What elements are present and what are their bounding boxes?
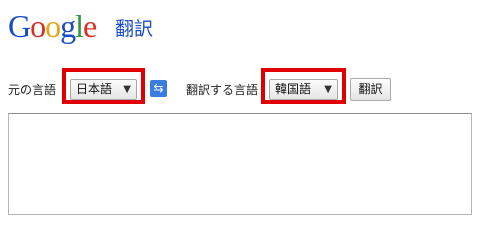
- chevron-down-icon: ▼: [123, 84, 131, 95]
- logo-letter: o: [30, 8, 46, 44]
- chevron-down-icon: ▼: [324, 84, 332, 95]
- source-language-select[interactable]: 日本語 ▼: [70, 79, 137, 100]
- google-logo: Google: [8, 8, 97, 44]
- target-language-select[interactable]: 韓国語 ▼: [269, 79, 338, 100]
- logo-letter: g: [60, 8, 76, 44]
- source-language-label: 元の言語: [8, 83, 57, 97]
- product-name: 翻訳: [115, 18, 154, 40]
- logo-letter: o: [45, 8, 61, 44]
- logo-letter: l: [75, 8, 84, 44]
- logo-letter: G: [8, 8, 31, 44]
- translate-button[interactable]: 翻訳: [350, 78, 391, 101]
- source-language-value: 日本語: [76, 82, 113, 96]
- target-language-value: 韓国語: [275, 82, 312, 96]
- source-text-input[interactable]: [8, 113, 472, 215]
- swap-languages-icon[interactable]: ⇆: [150, 80, 167, 97]
- target-language-label: 翻訳する言語: [186, 83, 259, 97]
- logo-letter: e: [83, 8, 97, 44]
